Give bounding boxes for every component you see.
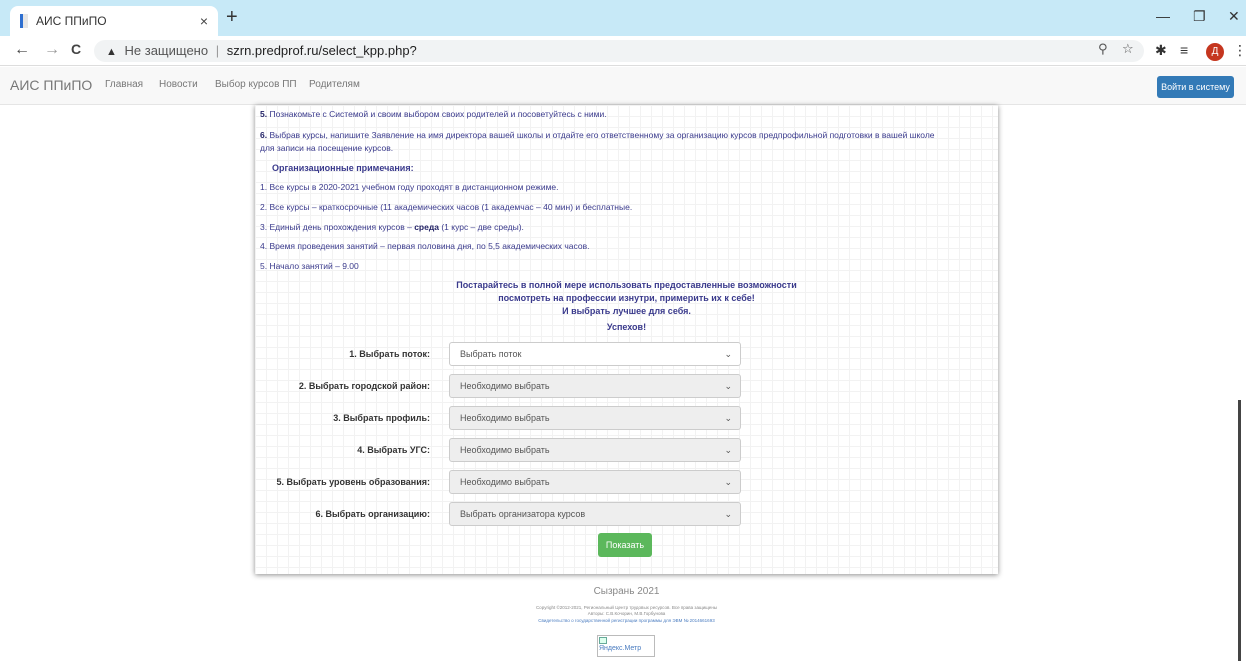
note-1: 1. Все курсы в 2020-2021 учебном году пр…	[260, 182, 559, 192]
address-bar[interactable]: ▲ Не защищено | szrn.predprof.ru/select_…	[94, 40, 1144, 62]
nav-link-news[interactable]: Новости	[159, 79, 198, 90]
chevron-down-icon: ⌄	[724, 413, 732, 423]
note-3: 3. Единый день прохождения курсов – сред…	[260, 222, 524, 232]
nav-link-course-selection[interactable]: Выбор курсов ПП	[215, 79, 297, 90]
new-tab-button[interactable]: +	[226, 7, 238, 27]
profile-avatar[interactable]: Д	[1206, 43, 1224, 61]
note-4: 4. Время проведения занятий – первая пол…	[260, 241, 590, 251]
browser-tab[interactable]: АИС ППиПО ×	[10, 6, 218, 36]
motivation-line-4: Успехов!	[606, 322, 647, 332]
window-close-icon[interactable]: ✕	[1228, 8, 1240, 25]
extensions-puzzle-icon[interactable]: ✱	[1155, 42, 1167, 59]
instruction-step-5: 5. Познакомьте с Системой и своим выборо…	[260, 109, 607, 119]
profile-label: 3. Выбрать профиль:	[333, 413, 430, 423]
reading-list-icon[interactable]: ≡	[1180, 42, 1188, 58]
reload-icon[interactable]: C	[71, 41, 81, 57]
login-button[interactable]: Войти в систему	[1157, 76, 1234, 98]
minimize-icon[interactable]: —	[1156, 8, 1170, 24]
ugs-select[interactable]: Необходимо выбрать ⌄	[449, 438, 741, 462]
browser-menu-icon[interactable]: ⋮	[1233, 42, 1246, 59]
chevron-down-icon: ⌄	[724, 445, 732, 455]
footer-certificate-link[interactable]: Свидетельство о государственной регистра…	[255, 618, 998, 623]
nav-link-home[interactable]: Главная	[105, 79, 143, 90]
stream-label: 1. Выбрать поток:	[349, 349, 430, 359]
yandex-metrika-badge[interactable]: Яндекс.Метр	[597, 635, 655, 657]
note-2: 2. Все курсы – краткосрочные (11 академи…	[260, 202, 633, 212]
footer-authors: Авторы: С.В.Кочорин, М.В.Горбунова	[587, 611, 666, 616]
district-label: 2. Выбрать городской район:	[298, 381, 430, 391]
motivation-line-2: посмотреть на профессии изнутри, примери…	[498, 293, 755, 303]
chevron-down-icon: ⌄	[724, 381, 732, 391]
browser-tab-bar: АИС ППиПО × + — ❐ ✕	[0, 0, 1246, 36]
broken-image-icon	[599, 637, 607, 644]
instruction-step-6-cont: для записи на посещение курсов.	[260, 143, 394, 153]
ugs-label: 4. Выбрать УГС:	[357, 445, 430, 455]
education-level-select[interactable]: Необходимо выбрать ⌄	[449, 470, 741, 494]
footer-city: Сызрань 2021	[593, 586, 660, 597]
organization-label: 6. Выбрать организацию:	[315, 509, 430, 519]
not-secure-icon: ▲	[106, 46, 117, 58]
bookmark-star-icon[interactable]: ☆	[1122, 41, 1134, 57]
page-favicon-icon	[20, 14, 28, 28]
forward-icon[interactable]: →	[44, 41, 60, 59]
profile-select[interactable]: Необходимо выбрать ⌄	[449, 406, 741, 430]
organization-select[interactable]: Выбрать организатора курсов ⌄	[449, 502, 741, 526]
footer-copyright: Copyright ©2012-2021, Региональный Центр…	[535, 605, 718, 610]
motivation-line-3: И выбрать лучшее для себя.	[562, 306, 691, 316]
notes-heading: Организационные примечания:	[272, 163, 414, 173]
motivation-line-1: Постарайтесь в полной мере использовать …	[456, 280, 797, 290]
note-5: 5. Начало занятий – 9.00	[260, 261, 359, 271]
chevron-down-icon: ⌄	[724, 349, 732, 359]
security-status: Не защищено	[124, 43, 209, 58]
instruction-step-6: 6. Выбрав курсы, напишите Заявление на и…	[260, 130, 935, 140]
site-navbar: АИС ППиПО Главная Новости Выбор курсов П…	[0, 67, 1246, 105]
browser-toolbar: ← → C ▲ Не защищено | szrn.predprof.ru/s…	[0, 36, 1246, 66]
url-text: szrn.predprof.ru/select_kpp.php?	[226, 43, 417, 58]
tab-close-icon[interactable]: ×	[200, 13, 208, 29]
address-separator: |	[215, 43, 220, 58]
back-icon[interactable]: ←	[14, 41, 30, 59]
zoom-icon[interactable]: ⚲	[1098, 41, 1108, 57]
show-button[interactable]: Показать	[598, 533, 652, 557]
tab-title: АИС ППиПО	[36, 14, 107, 28]
nav-link-parents[interactable]: Родителям	[309, 79, 360, 90]
stream-select[interactable]: Выбрать поток ⌄	[449, 342, 741, 366]
education-level-label: 5. Выбрать уровень образования:	[276, 477, 430, 487]
chevron-down-icon: ⌄	[724, 477, 732, 487]
maximize-icon[interactable]: ❐	[1193, 8, 1206, 25]
chevron-down-icon: ⌄	[724, 509, 732, 519]
site-brand[interactable]: АИС ППиПО	[10, 77, 92, 93]
district-select[interactable]: Необходимо выбрать ⌄	[449, 374, 741, 398]
scrollbar[interactable]	[1238, 400, 1241, 661]
